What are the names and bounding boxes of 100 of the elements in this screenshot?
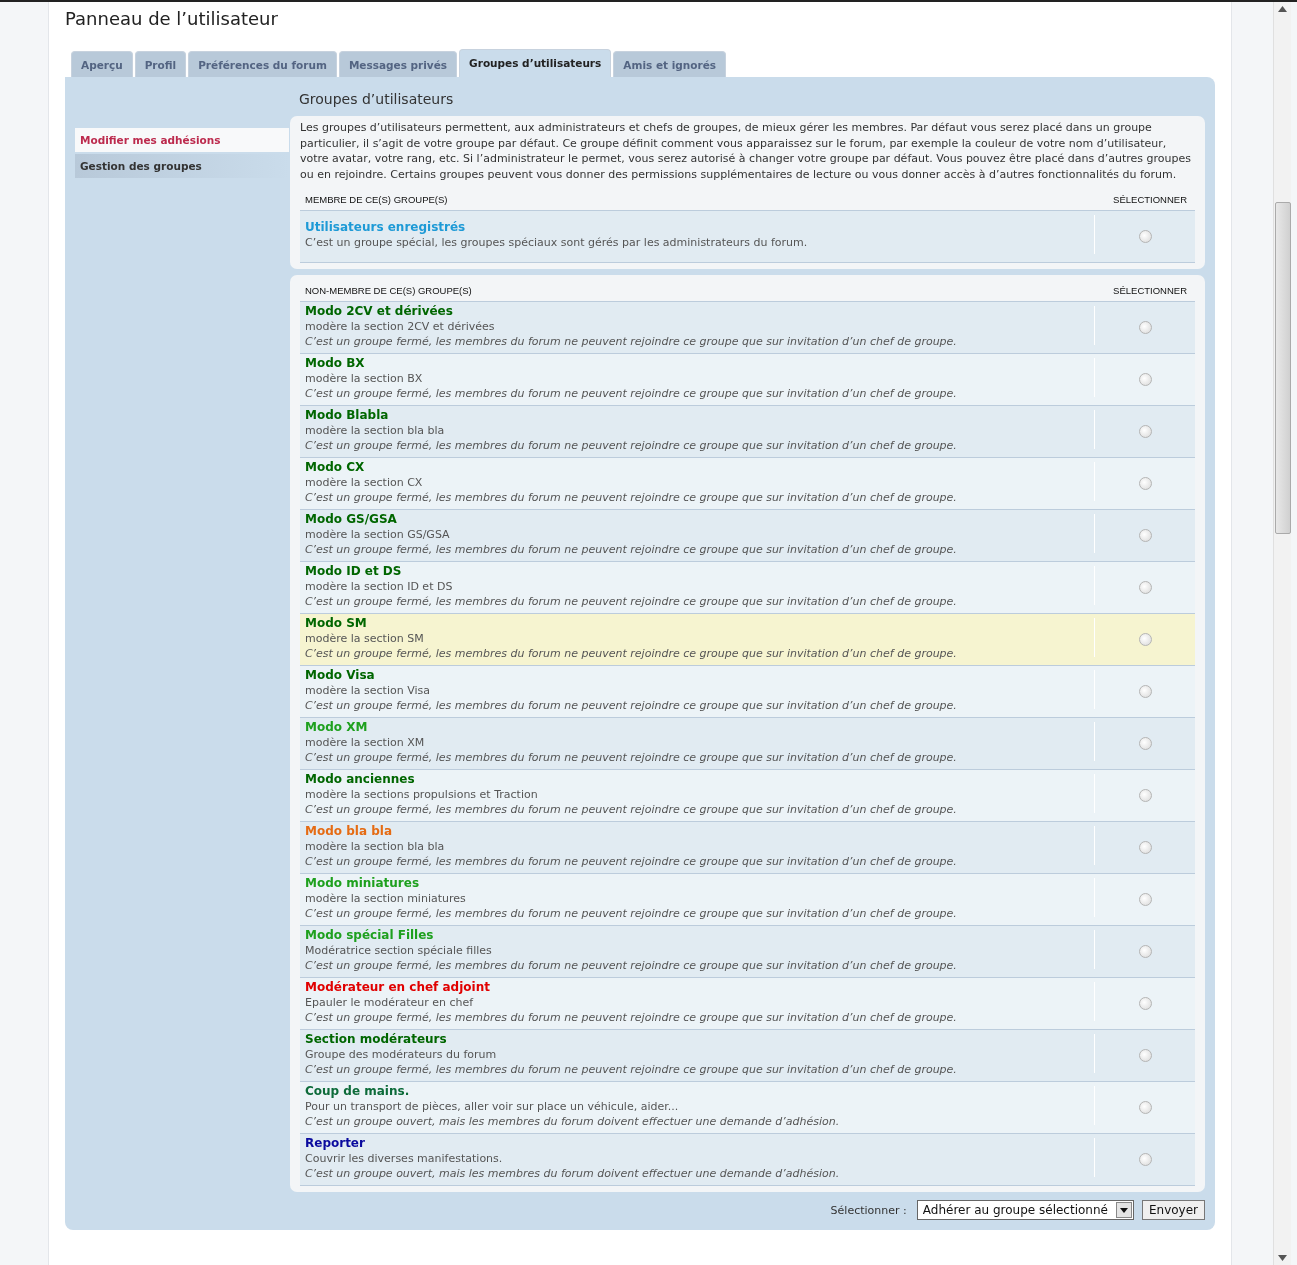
radio-button[interactable] <box>1138 893 1152 906</box>
group-name-link[interactable]: Modo BX <box>305 354 1089 371</box>
tab[interactable]: Groupes d’utilisateurs <box>459 49 612 77</box>
radio-button[interactable] <box>1138 529 1152 542</box>
group-name-link[interactable]: Modo SM <box>305 614 1089 631</box>
group-name-link[interactable]: Modérateur en chef adjoint <box>305 978 1089 995</box>
group-row[interactable]: Modo Blabla modère la section bla bla C’est un groupe fermé, les membres du forum ne peuvent rejoindre ce groupe que sur invitation d’un chef de groupe. <box>300 406 1195 458</box>
radio-button[interactable] <box>1138 737 1152 750</box>
tab[interactable]: Préférences du forum <box>188 51 337 77</box>
radio-button[interactable] <box>1138 945 1152 958</box>
scroll-down-icon[interactable] <box>1278 1255 1287 1261</box>
group-row[interactable]: Modo 2CV et dérivées modère la section 2CV et dérivées C’est un groupe fermé, les membres du forum ne peuvent rejoindre ce groupe que sur invitation d’un chef de groupe. <box>300 302 1195 354</box>
radio-button[interactable] <box>1138 1101 1152 1114</box>
group-description: Pour un transport de pièces, aller voir sur place un véhicule, aider... <box>305 1098 680 1114</box>
radio-button[interactable] <box>1138 633 1152 646</box>
group-name-link[interactable]: Modo GS/GSA <box>305 510 1089 527</box>
scrollbar[interactable] <box>1273 2 1291 1265</box>
tab[interactable]: Amis et ignorés <box>613 51 727 77</box>
group-name-link[interactable]: Modo CX <box>305 458 1089 475</box>
group-name-link[interactable]: Modo ID et DS <box>305 562 1089 579</box>
sidebar-item[interactable]: Modifier mes adhésions <box>75 128 289 152</box>
submit-button[interactable]: Envoyer <box>1141 1200 1205 1220</box>
scroll-thumb[interactable] <box>1274 202 1291 534</box>
group-row[interactable]: Section modérateurs Groupe des modérateurs du forum C’est un groupe fermé, les membres du forum ne peuvent rejoindre ce groupe que sur invitation d’un chef de groupe. <box>300 1030 1195 1082</box>
group-row[interactable]: Modo spécial Filles Modératrice section spéciale filles C’est un groupe fermé, les membres du forum ne peuvent rejoindre ce groupe que sur invitation d’un chef de groupe. <box>300 926 1195 978</box>
group-row[interactable]: Modo Visa modère la section Visa C’est un groupe fermé, les membres du forum ne peuvent rejoindre ce groupe que sur invitation d’un chef de groupe. <box>300 666 1195 718</box>
group-description: modère la section Visa <box>305 682 431 698</box>
radio-button[interactable] <box>1138 477 1152 490</box>
group-description: modère la section XM <box>305 734 426 750</box>
group-row[interactable]: Modérateur en chef adjoint Epauler le modérateur en chef C’est un groupe fermé, les membres du forum ne peuvent rejoindre ce groupe que sur invitation d’un chef de groupe. <box>300 978 1195 1030</box>
group-row[interactable]: Modo GS/GSA modère la section GS/GSA C’est un groupe fermé, les membres du forum ne peuvent rejoindre ce groupe que sur invitation d’un chef de groupe. <box>300 510 1195 562</box>
group-description: modère la section 2CV et dérivées <box>305 318 496 334</box>
radio-button[interactable] <box>1138 685 1152 698</box>
column-header: SÉLECTIONNER <box>1113 285 1187 296</box>
column-header: NON-MEMBRE DE CE(S) GROUPE(S) <box>305 285 472 296</box>
group-name-link[interactable]: Modo Blabla <box>305 406 1089 423</box>
group-note: C’est un groupe fermé, les membres du forum ne peuvent rejoindre ce groupe que sur invitation d’un chef de groupe. <box>305 697 958 713</box>
group-note: C’est un groupe fermé, les membres du forum ne peuvent rejoindre ce groupe que sur invitation d’un chef de groupe. <box>305 801 958 817</box>
group-description: modère la section bla bla <box>305 422 446 438</box>
scroll-up-icon[interactable] <box>1278 6 1287 12</box>
group-row[interactable]: Modo anciennes modère la sections propulsions et Traction C’est un groupe fermé, les membres du forum ne peuvent rejoindre ce groupe que sur invitation d’un chef de groupe. <box>300 770 1195 822</box>
group-row[interactable]: Modo miniatures modère la section miniatures C’est un groupe fermé, les membres du forum ne peuvent rejoindre ce groupe que sur invitation d’un chef de groupe. <box>300 874 1195 926</box>
group-description: modère la section bla bla <box>305 838 446 854</box>
group-description: Epauler le modérateur en chef <box>305 994 475 1010</box>
group-note: C’est un groupe fermé, les membres du forum ne peuvent rejoindre ce groupe que sur invitation d’un chef de groupe. <box>305 645 958 661</box>
group-row[interactable]: Reporter Couvrir les diverses manifestations. C’est un groupe ouvert, mais les membres du forum doivent effectuer une demande d’adhésion. <box>300 1134 1195 1186</box>
group-description: Couvrir les diverses manifestations. <box>305 1150 504 1166</box>
group-row[interactable]: Modo BX modère la section BX C’est un groupe fermé, les membres du forum ne peuvent rejoindre ce groupe que sur invitation d’un chef de groupe. <box>300 354 1195 406</box>
radio-button[interactable] <box>1138 581 1152 594</box>
radio-button[interactable] <box>1138 1153 1152 1166</box>
tab[interactable]: Messages privés <box>338 51 458 77</box>
group-name-link[interactable]: Section modérateurs <box>305 1030 1089 1047</box>
column-header: MEMBRE DE CE(S) GROUPE(S) <box>305 194 448 205</box>
group-row[interactable]: Modo XM modère la section XM C’est un groupe fermé, les membres du forum ne peuvent rejoindre ce groupe que sur invitation d’un chef de groupe. <box>300 718 1195 770</box>
group-note: C’est un groupe fermé, les membres du forum ne peuvent rejoindre ce groupe que sur invitation d’un chef de groupe. <box>305 853 958 869</box>
group-description: Groupe des modérateurs du forum <box>305 1046 498 1062</box>
group-description: modère la section CX <box>305 474 424 490</box>
caret-icon <box>1115 1202 1132 1218</box>
group-name-link[interactable]: Coup de mains. <box>305 1082 1089 1099</box>
group-name-link[interactable]: Reporter <box>305 1134 1089 1151</box>
radio-button[interactable] <box>1138 321 1152 334</box>
action-dropdown[interactable]: Adhérer au groupe sélectionné <box>916 1200 1134 1220</box>
radio-button[interactable] <box>1138 373 1152 386</box>
group-row[interactable]: Modo bla bla modère la section bla bla C’est un groupe fermé, les membres du forum ne peuvent rejoindre ce groupe que sur invitation d’un chef de groupe. <box>300 822 1195 874</box>
page-title: Panneau de l’utilisateur <box>65 8 279 29</box>
group-row[interactable]: Modo CX modère la section CX C’est un groupe fermé, les membres du forum ne peuvent rejoindre ce groupe que sur invitation d’un chef de groupe. <box>300 458 1195 510</box>
group-row[interactable]: Modo SM modère la section SM C’est un groupe fermé, les membres du forum ne peuvent rejoindre ce groupe que sur invitation d’un chef de groupe. <box>300 614 1195 666</box>
radio-button[interactable] <box>1138 789 1152 802</box>
radio-button[interactable] <box>1138 997 1152 1010</box>
group-description: modère la section GS/GSA <box>305 526 451 542</box>
group-name-link[interactable]: Modo Visa <box>305 666 1089 683</box>
tab[interactable]: Profil <box>134 51 187 77</box>
group-note: C’est un groupe fermé, les membres du forum ne peuvent rejoindre ce groupe que sur invitation d’un chef de groupe. <box>305 385 958 401</box>
group-note: C’est un groupe ouvert, mais les membres du forum doivent effectuer une demande d’adhésion. <box>305 1165 841 1181</box>
group-note: C’est un groupe fermé, les membres du forum ne peuvent rejoindre ce groupe que sur invitation d’un chef de groupe. <box>305 1009 958 1025</box>
radio-button[interactable] <box>1138 1049 1152 1062</box>
group-note: C’est un groupe ouvert, mais les membres du forum doivent effectuer une demande d’adhésion. <box>305 1113 841 1129</box>
group-description: modère la section miniatures <box>305 890 467 906</box>
group-row[interactable]: Modo ID et DS modère la section ID et DS C’est un groupe fermé, les membres du forum ne peuvent rejoindre ce groupe que sur invitation d’un chef de groupe. <box>300 562 1195 614</box>
group-note: C’est un groupe fermé, les membres du forum ne peuvent rejoindre ce groupe que sur invitation d’un chef de groupe. <box>305 1061 958 1077</box>
section-title: Groupes d’utilisateurs <box>299 91 455 107</box>
group-note: C’est un groupe fermé, les membres du forum ne peuvent rejoindre ce groupe que sur invitation d’un chef de groupe. <box>305 957 958 973</box>
radio-button[interactable] <box>1138 841 1152 854</box>
group-note: C’est un groupe fermé, les membres du forum ne peuvent rejoindre ce groupe que sur invitation d’un chef de groupe. <box>305 333 958 349</box>
intro-text: Les groupes d’utilisateurs permettent, aux administrateurs et chefs de groupes, de mieux gérer les membres. Par défaut vous serez placé dans un groupe particulier, il s’agit de votre groupe par défaut. Ce groupe définit comment vous apparaissez sur le forum, par exemple la couleur de votre nom d’utilisateur, votre avatar, votre rang, etc. Si l’administrateur le permet, vous serez autorisé à changer votre groupe par défaut. Vous pouvez être placé dans d’autres groupes ou en rejoindre. Certains groupes peuvent vous donner des permissions supplémentaires de lecture ou vous donner accès à d’autres fonctionnalités du forum. <box>300 120 1192 182</box>
group-description: C’est un groupe spécial, les groupes spéciaux sont gérés par les administrateurs du forum. <box>305 235 809 250</box>
group-description: modère la section BX <box>305 370 424 386</box>
group-row[interactable]: Utilisateurs enregistrés C’est un groupe spécial, les groupes spéciaux sont gérés par les administrateurs du forum. <box>300 211 1195 263</box>
group-name-link[interactable]: Modo 2CV et dérivées <box>305 302 1089 319</box>
group-row[interactable]: Coup de mains. Pour un transport de pièces, aller voir sur place un véhicule, aider... C’est un groupe ouvert, mais les membres du forum doivent effectuer une demande d’adhésion. <box>300 1082 1195 1134</box>
group-description: modère la section ID et DS <box>305 578 454 594</box>
tab[interactable]: Aperçu <box>71 51 133 77</box>
radio-button[interactable] <box>1138 425 1152 438</box>
group-note: C’est un groupe fermé, les membres du forum ne peuvent rejoindre ce groupe que sur invitation d’un chef de groupe. <box>305 541 958 557</box>
group-name-link[interactable]: Modo anciennes <box>305 770 1089 787</box>
radio-button[interactable] <box>1138 230 1152 243</box>
column-header: SÉLECTIONNER <box>1113 194 1187 205</box>
group-note: C’est un groupe fermé, les membres du forum ne peuvent rejoindre ce groupe que sur invitation d’un chef de groupe. <box>305 489 958 505</box>
group-description: modère la sections propulsions et Traction <box>305 786 539 802</box>
group-note: C’est un groupe fermé, les membres du forum ne peuvent rejoindre ce groupe que sur invitation d’un chef de groupe. <box>305 593 958 609</box>
